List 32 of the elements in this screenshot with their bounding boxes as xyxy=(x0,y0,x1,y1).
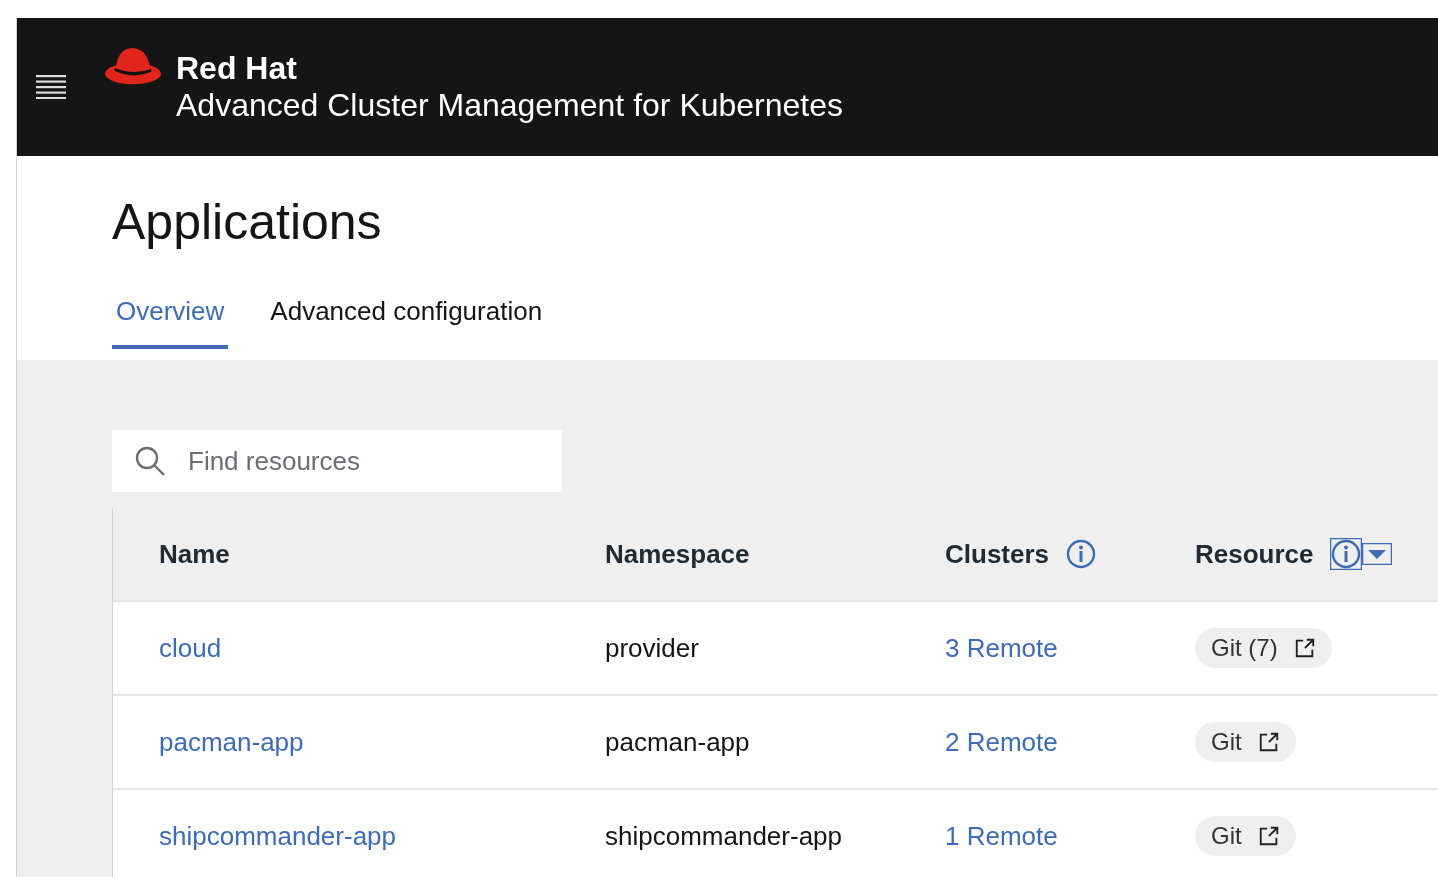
caret-icon[interactable] xyxy=(1361,543,1392,565)
product-name: Advanced Cluster Management for Kubernetes xyxy=(176,86,844,124)
column-header[interactable]: Name xyxy=(159,538,230,570)
table-cell: pacman-app xyxy=(605,726,750,758)
info-icon[interactable] xyxy=(1329,538,1362,570)
brand-name: Red Hat xyxy=(176,50,298,86)
external-link-icon xyxy=(1257,825,1280,847)
resource-chip[interactable]: Git (7) xyxy=(1195,628,1332,668)
clusters-link[interactable]: 1 Remote xyxy=(945,820,1058,852)
external-link-icon xyxy=(1293,637,1316,659)
column-header[interactable]: Clusters xyxy=(945,538,1098,570)
app-name-link[interactable]: cloud xyxy=(159,632,222,664)
clusters-link[interactable]: 2 Remote xyxy=(945,726,1058,758)
page-title: Applications xyxy=(112,193,383,252)
table-cell: provider xyxy=(605,632,699,664)
clusters-link[interactable]: 3 Remote xyxy=(945,632,1058,664)
resource-label: Git (7) xyxy=(1211,634,1278,662)
resource-label: Git xyxy=(1211,822,1242,850)
menu-icon[interactable] xyxy=(36,75,66,99)
tab[interactable]: Advanced configuration xyxy=(266,290,547,349)
table-cell: shipcommander-app xyxy=(605,820,842,852)
resource-chip[interactable]: Git xyxy=(1195,722,1296,762)
app-name-link[interactable]: shipcommander-app xyxy=(159,820,396,852)
column-header[interactable]: Namespace xyxy=(605,538,750,570)
app-name-link[interactable]: pacman-app xyxy=(159,726,304,758)
resource-chip[interactable]: Git xyxy=(1195,816,1296,856)
info-icon[interactable] xyxy=(1065,538,1098,570)
column-header[interactable]: Resource xyxy=(1195,538,1392,570)
search-field[interactable]: Find resources xyxy=(112,430,562,492)
resource-label: Git xyxy=(1211,728,1242,756)
tab[interactable]: Overview xyxy=(112,290,229,349)
external-link-icon xyxy=(1257,731,1280,753)
